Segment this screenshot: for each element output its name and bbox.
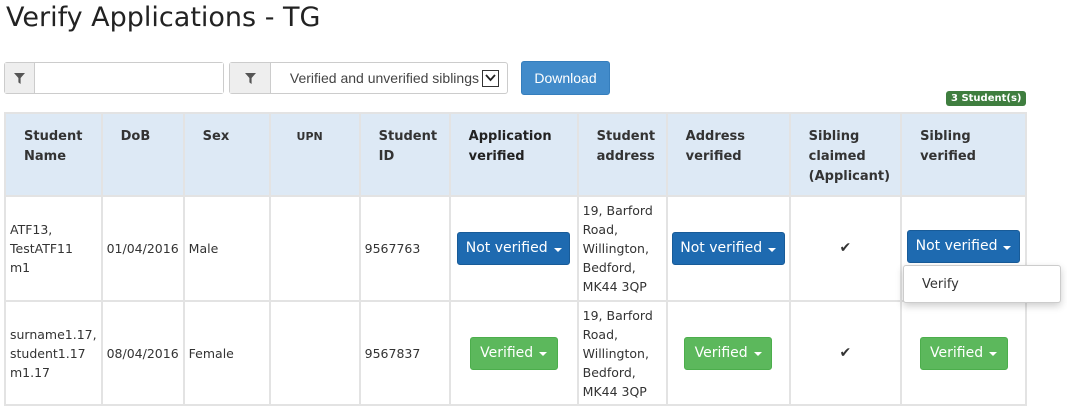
upn bbox=[268, 300, 361, 406]
student-id: 9567837 bbox=[358, 300, 451, 406]
student-address: 19, Barford Road, Willington, Bedford, M… bbox=[576, 195, 668, 302]
sibling-filter-value: Verified and unverified siblings bbox=[289, 70, 479, 86]
student-name: ATF13, TestATF11 m1 bbox=[4, 195, 103, 302]
col-header-id[interactable]: Student ID bbox=[358, 112, 451, 197]
sib-verified-label: Not verified bbox=[915, 238, 998, 254]
page-title: Verify Applications - TG bbox=[6, 2, 321, 33]
sex: Male bbox=[182, 195, 271, 302]
upn bbox=[268, 195, 361, 302]
menu-item-verify[interactable]: Verify bbox=[904, 266, 1060, 304]
applications-table: Student Name DoB Sex UPN Student ID Appl… bbox=[4, 112, 1028, 406]
search-input[interactable] bbox=[35, 63, 223, 93]
col-header-app-verified[interactable]: Application verified bbox=[448, 112, 579, 197]
filter-icon[interactable] bbox=[230, 63, 271, 93]
addr-verified-label: Not verified bbox=[680, 240, 763, 256]
app-verified-label: Verified bbox=[480, 344, 534, 361]
app-verified-label: Not verified bbox=[465, 240, 548, 256]
addr-verified-cell: Not verified bbox=[665, 195, 791, 302]
student-address: 19, Barford Road, Willington, Bedford, M… bbox=[576, 300, 668, 406]
addr-verified-dropdown[interactable]: Verified bbox=[684, 336, 773, 370]
app-verified-cell: Verified bbox=[448, 300, 579, 406]
sibling-verify-menu: Verify bbox=[903, 265, 1061, 303]
col-header-dob[interactable]: DoB bbox=[100, 112, 185, 197]
col-header-address[interactable]: Student address bbox=[576, 112, 668, 197]
filter-icon[interactable] bbox=[5, 63, 35, 93]
table-row: ATF13, TestATF11 m1 01/04/2016 Male 9567… bbox=[4, 195, 1028, 302]
addr-verified-label: Verified bbox=[694, 344, 748, 361]
check-icon: ✔ bbox=[788, 300, 903, 406]
caret-down-icon bbox=[539, 352, 548, 356]
caret-down-icon bbox=[1003, 245, 1012, 250]
check-icon: ✔ bbox=[788, 195, 903, 302]
sibling-filter-select[interactable]: Verified and unverified siblings bbox=[271, 63, 507, 93]
caret-down-icon bbox=[553, 247, 562, 252]
dob: 01/04/2016 bbox=[100, 195, 185, 302]
sib-verified-dropdown[interactable]: Verified bbox=[919, 336, 1008, 370]
student-name: surname1.17, student1.17 m1.17 bbox=[4, 300, 103, 406]
dob: 08/04/2016 bbox=[100, 300, 185, 406]
caret-down-icon bbox=[768, 247, 777, 252]
app-verified-dropdown[interactable]: Verified bbox=[469, 336, 558, 370]
caret-down-icon bbox=[989, 352, 998, 356]
col-header-sib-verified[interactable]: Sibling verified bbox=[900, 112, 1028, 197]
student-count-badge: 3 Student(s) bbox=[946, 91, 1027, 106]
caret-down-icon bbox=[753, 352, 762, 356]
col-header-addr-verified[interactable]: Address verified bbox=[665, 112, 791, 197]
sibling-filter: Verified and unverified siblings bbox=[229, 62, 508, 94]
app-verified-cell: Not verified bbox=[448, 195, 579, 302]
sib-verified-cell: Verified bbox=[900, 300, 1028, 406]
sib-verified-dropdown[interactable]: Not verified bbox=[907, 230, 1021, 263]
chevron-down-icon[interactable] bbox=[482, 69, 499, 87]
col-header-sex[interactable]: Sex bbox=[182, 112, 271, 197]
sib-verified-label: Verified bbox=[930, 344, 984, 361]
addr-verified-cell: Verified bbox=[665, 300, 791, 406]
student-id: 9567763 bbox=[358, 195, 451, 302]
download-button[interactable]: Download bbox=[521, 61, 610, 95]
table-row: surname1.17, student1.17 m1.17 08/04/201… bbox=[4, 300, 1028, 406]
col-header-sib-claimed[interactable]: Sibling claimed (Applicant) bbox=[788, 112, 903, 197]
app-verified-dropdown[interactable]: Not verified bbox=[457, 232, 571, 265]
sex: Female bbox=[182, 300, 271, 406]
col-header-upn[interactable]: UPN bbox=[268, 112, 361, 197]
search-filter bbox=[4, 62, 224, 94]
col-header-name[interactable]: Student Name bbox=[4, 112, 103, 197]
table-header-row: Student Name DoB Sex UPN Student ID Appl… bbox=[4, 112, 1028, 197]
addr-verified-dropdown[interactable]: Not verified bbox=[671, 232, 785, 265]
